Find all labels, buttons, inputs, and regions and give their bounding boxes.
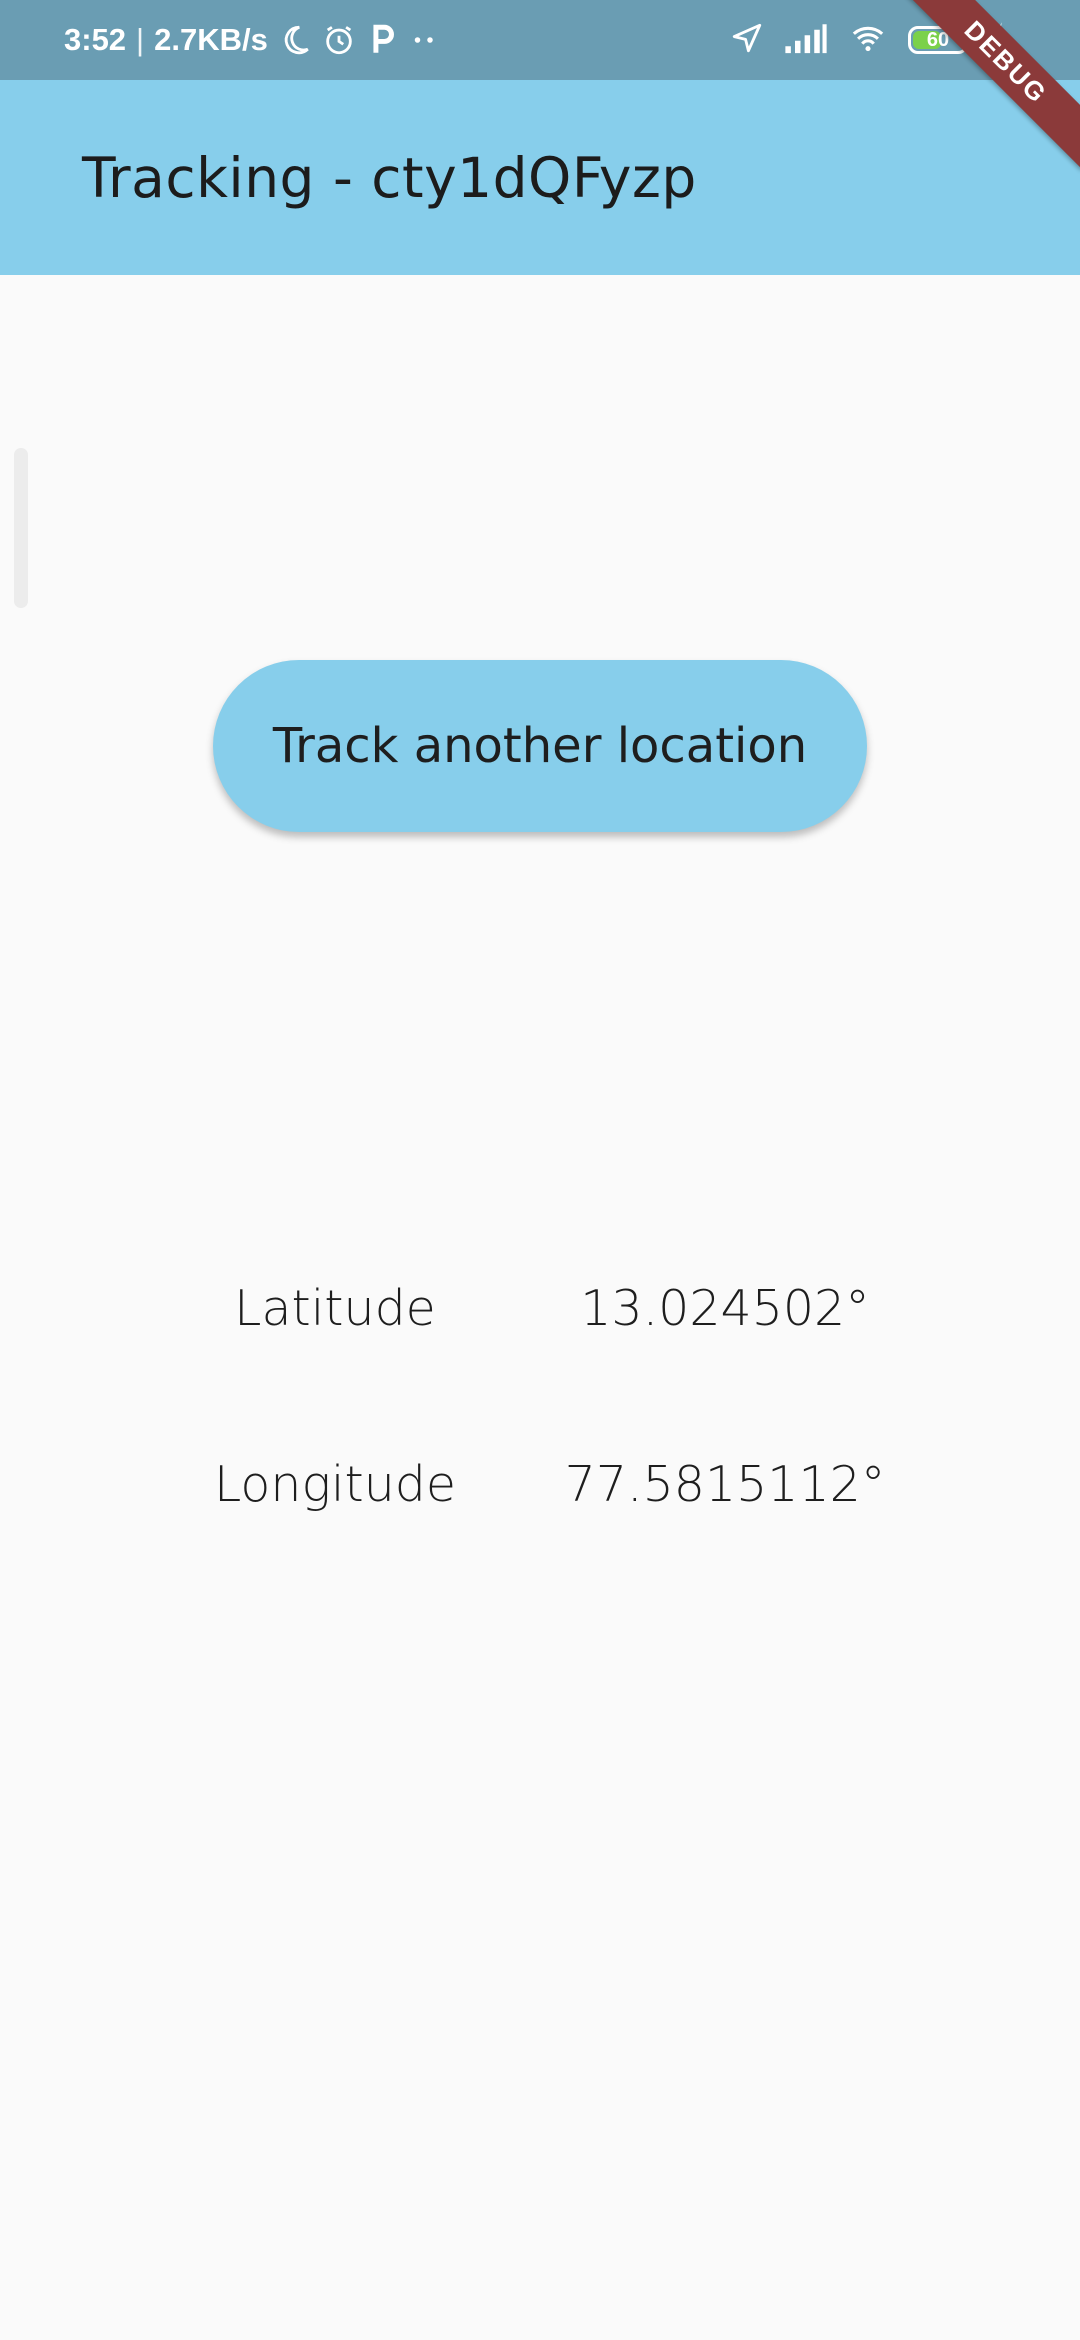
latitude-label: Latitude [234, 1279, 436, 1337]
location-arrow-icon [730, 21, 764, 59]
moon-icon [278, 23, 312, 57]
status-bar: 3:52 | 2.7KB/s 60 [0, 0, 1080, 80]
page-title: Tracking - cty1dQFyzp [82, 145, 697, 210]
screen: 3:52 | 2.7KB/s 60 DEBUG Tracking - cty1d… [0, 0, 1080, 2340]
more-dots-icon [410, 23, 440, 57]
network-speed: 2.7KB/s [154, 22, 268, 57]
latitude-row: Latitude 13.024502° [0, 1268, 1080, 1348]
alarm-icon [322, 23, 356, 57]
parking-app-icon [366, 23, 400, 57]
app-bar: Tracking - cty1dQFyzp [0, 80, 1080, 275]
wifi-icon [848, 21, 888, 59]
status-time: 3:52 [64, 22, 127, 57]
longitude-row: Longitude 77.5815112° [0, 1444, 1080, 1524]
longitude-label: Longitude [213, 1455, 456, 1513]
longitude-value: 77.5815112° [564, 1455, 886, 1513]
scrollbar[interactable] [14, 448, 28, 608]
status-separator: | [136, 22, 145, 57]
latitude-value: 13.024502° [580, 1279, 870, 1337]
track-another-location-button[interactable]: Track another location [213, 660, 867, 832]
signal-icon [784, 21, 828, 59]
status-left: 3:52 | 2.7KB/s [64, 0, 440, 80]
